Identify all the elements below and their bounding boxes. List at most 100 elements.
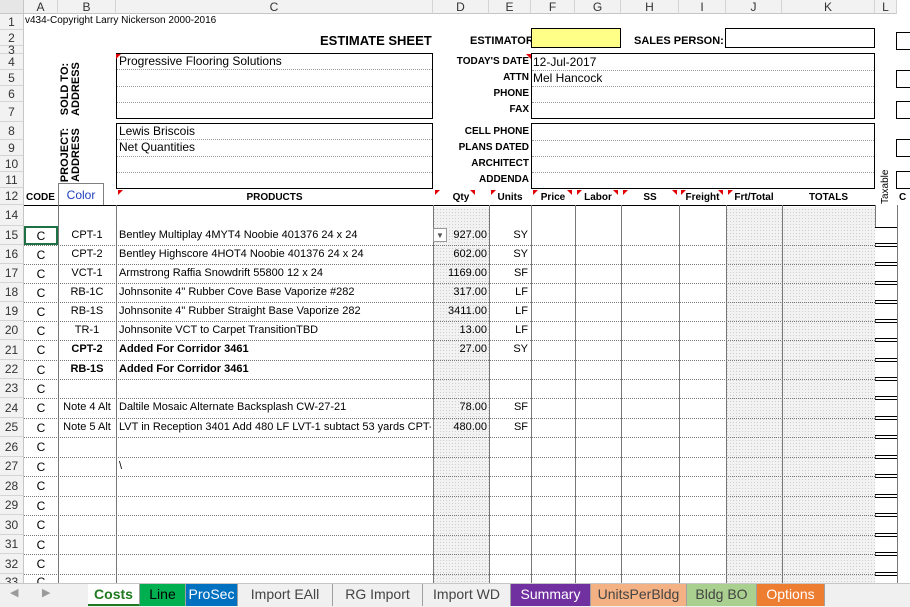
column-header-b[interactable]: B xyxy=(58,0,116,14)
product-cell[interactable]: LVT in Reception 3401 Add 480 LF LVT-1 s… xyxy=(119,421,431,433)
item-cell[interactable]: RB-1S xyxy=(58,305,116,317)
column-header-a[interactable]: A xyxy=(24,0,58,14)
units-cell[interactable]: LF xyxy=(489,305,528,317)
item-cell[interactable]: Note 4 Alt xyxy=(58,401,116,413)
row-header-32[interactable]: 32 xyxy=(0,554,24,574)
qty-cell[interactable]: 317.00 xyxy=(433,286,487,298)
side-checkbox[interactable] xyxy=(896,70,910,88)
row-header-22[interactable]: 22 xyxy=(0,360,24,379)
item-cell[interactable]: TR-1 xyxy=(58,324,116,336)
sold-to-line[interactable]: Progressive Flooring Solutions xyxy=(119,54,282,68)
row-header-25[interactable]: 25 xyxy=(0,418,24,437)
side-checkbox[interactable] xyxy=(896,32,910,50)
sheet-tab-prosec[interactable]: ProSec xyxy=(186,584,238,606)
taxable-cell[interactable] xyxy=(875,265,897,282)
code-cell[interactable]: C xyxy=(24,267,58,281)
units-cell[interactable]: LF xyxy=(489,324,528,336)
sheet-tab-unitsperbldg[interactable]: UnitsPerBldg xyxy=(591,584,687,606)
row-header-19[interactable]: 19 xyxy=(0,302,24,321)
sheet-tab-import-wd[interactable]: Import WD xyxy=(423,584,511,606)
side-checkbox[interactable] xyxy=(896,139,910,157)
row-header-26[interactable]: 26 xyxy=(0,437,24,457)
column-header-f[interactable]: F xyxy=(531,0,575,14)
qty-cell[interactable]: 1169.00 xyxy=(433,267,487,279)
taxable-cell[interactable] xyxy=(875,477,897,495)
row-header-30[interactable]: 30 xyxy=(0,515,24,535)
taxable-cell[interactable] xyxy=(875,419,897,436)
item-cell[interactable]: RB-1C xyxy=(58,286,116,298)
item-cell[interactable]: VCT-1 xyxy=(58,267,116,279)
taxable-cell[interactable] xyxy=(875,516,897,534)
taxable-cell[interactable] xyxy=(875,399,897,417)
product-cell[interactable]: Johnsonite VCT to Carpet TransitionTBD xyxy=(119,324,431,336)
taxable-cell[interactable] xyxy=(875,458,897,475)
select-all-corner[interactable] xyxy=(0,0,24,14)
row-header-23[interactable]: 23 xyxy=(0,379,24,398)
qty-cell[interactable]: 3411.00 xyxy=(433,305,487,317)
sheet-tab-import-eall[interactable]: Import EAll xyxy=(238,584,333,606)
row-header-4[interactable]: 4 xyxy=(0,54,24,70)
item-cell[interactable]: Note 5 Alt xyxy=(58,421,116,433)
qty-cell[interactable]: 78.00 xyxy=(433,401,487,413)
row-header-28[interactable]: 28 xyxy=(0,476,24,496)
code-cell[interactable]: C xyxy=(24,518,58,532)
product-cell[interactable]: Bentley Multiplay 4MYT4 Noobie 401376 24… xyxy=(119,229,431,241)
table-row[interactable] xyxy=(24,379,910,398)
row-header-3[interactable]: 3 xyxy=(0,43,24,57)
product-cell[interactable]: Bentley Highscore 4HOT4 Noobie 401376 24… xyxy=(119,248,431,260)
sheet-tab-line[interactable]: Line xyxy=(140,584,186,606)
taxable-cell[interactable] xyxy=(875,246,897,263)
column-header-e[interactable]: E xyxy=(489,0,531,14)
units-cell[interactable]: SY xyxy=(489,248,528,260)
taxable-cell[interactable] xyxy=(875,227,897,244)
code-cell[interactable]: C xyxy=(24,382,58,396)
column-header-k[interactable]: K xyxy=(782,0,875,14)
product-cell[interactable]: \ xyxy=(119,460,431,472)
product-cell[interactable]: Johnsonite 4" Rubber Straight Base Vapor… xyxy=(119,305,431,317)
table-row[interactable] xyxy=(24,437,910,457)
row-header-6[interactable]: 6 xyxy=(0,86,24,102)
row-header-11[interactable]: 11 xyxy=(0,172,24,188)
column-header-g[interactable]: G xyxy=(575,0,621,14)
units-cell[interactable]: SY xyxy=(489,229,528,241)
sheet-tab-rg-import[interactable]: RG Import xyxy=(333,584,423,606)
row-header-16[interactable]: 16 xyxy=(0,245,24,264)
taxable-cell[interactable] xyxy=(875,536,897,553)
table-row[interactable] xyxy=(24,535,910,554)
column-header-i[interactable]: I xyxy=(679,0,726,14)
code-cell[interactable]: C xyxy=(24,324,58,338)
units-cell[interactable]: SY xyxy=(489,343,528,355)
taxable-cell[interactable] xyxy=(875,284,897,301)
product-cell[interactable]: Added For Corridor 3461 xyxy=(119,343,431,355)
table-row[interactable] xyxy=(24,554,910,574)
code-cell[interactable]: C xyxy=(24,575,58,583)
taxable-cell[interactable] xyxy=(875,361,897,378)
item-cell[interactable]: CPT-2 xyxy=(58,248,116,260)
sheet-tab-summary[interactable]: Summary xyxy=(511,584,591,606)
row-header-5[interactable]: 5 xyxy=(0,70,24,86)
column-header-h[interactable]: H xyxy=(621,0,679,14)
taxable-cell[interactable] xyxy=(875,555,897,573)
item-cell[interactable]: CPT-1 xyxy=(58,229,116,241)
item-cell[interactable]: RB-1S xyxy=(58,363,116,375)
product-cell[interactable]: Johnsonite 4" Rubber Cove Base Vaporize … xyxy=(119,286,431,298)
table-row[interactable] xyxy=(24,515,910,535)
code-cell[interactable]: C xyxy=(24,305,58,319)
product-cell[interactable]: Added For Corridor 3461 xyxy=(119,363,431,375)
code-cell[interactable]: C xyxy=(24,499,58,513)
taxable-cell[interactable] xyxy=(875,303,897,320)
item-cell[interactable]: CPT-2 xyxy=(58,343,116,355)
row-header-1[interactable]: 1 xyxy=(0,14,24,30)
side-checkbox[interactable] xyxy=(896,171,910,189)
code-cell[interactable]: C xyxy=(24,343,58,357)
column-header-l[interactable]: L xyxy=(875,0,897,14)
sheet-tab-options[interactable]: Options xyxy=(757,584,825,606)
row-header-21[interactable]: 21 xyxy=(0,340,24,360)
code-cell[interactable]: C xyxy=(24,460,58,474)
row-header-18[interactable]: 18 xyxy=(0,283,24,302)
row-header-24[interactable]: 24 xyxy=(0,398,24,418)
todays-date-value[interactable]: 12-Jul-2017 xyxy=(533,55,596,69)
row-header-17[interactable]: 17 xyxy=(0,264,24,283)
row-header-15[interactable]: 15 xyxy=(0,226,24,245)
row-header-9[interactable]: 9 xyxy=(0,140,24,156)
